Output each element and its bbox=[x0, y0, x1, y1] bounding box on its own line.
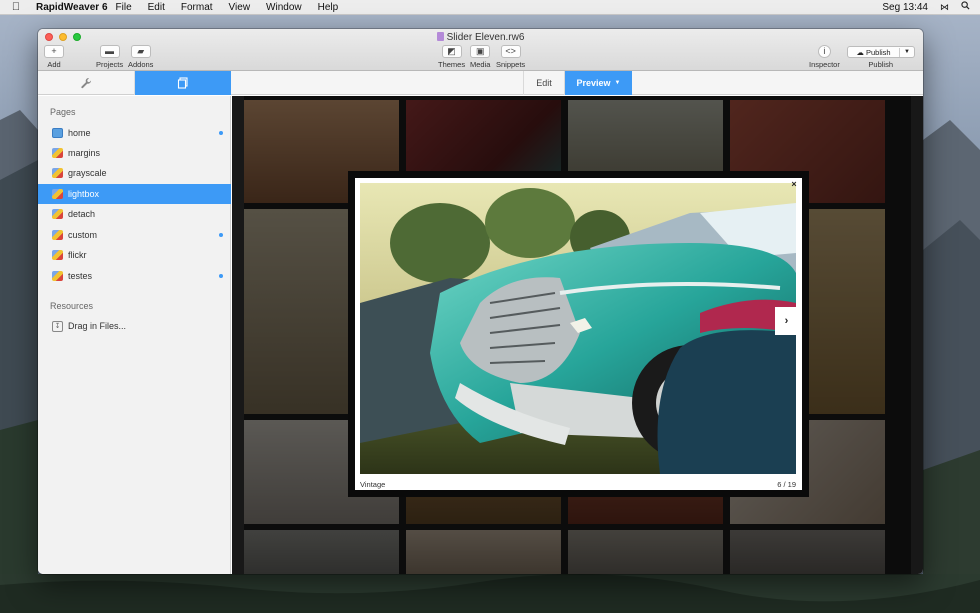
publish-button-group: ☁ Publish ▼ bbox=[847, 46, 915, 58]
snippets-button[interactable]: <> Snippets bbox=[496, 45, 525, 69]
add-label: Add bbox=[47, 60, 61, 69]
clock[interactable]: Seg 13:44 bbox=[882, 2, 928, 13]
menu-format[interactable]: Format bbox=[173, 2, 221, 13]
page-icon bbox=[52, 148, 63, 158]
unpublished-dot bbox=[219, 233, 223, 237]
snippets-icon: <> bbox=[500, 45, 521, 58]
sidebar-item-flickr[interactable]: flickr bbox=[38, 245, 231, 265]
publish-caption: Publish bbox=[868, 60, 893, 69]
sidebar-item-label: lightbox bbox=[68, 189, 100, 199]
lightbox-caption: Vintage bbox=[360, 480, 386, 489]
menu-bar:  RapidWeaver 6 File Edit Format View Wi… bbox=[0, 0, 980, 15]
title-bar: Slider Eleven.rw6 + Add ▬ Projects ▰ Add… bbox=[38, 29, 923, 71]
document-title: Slider Eleven.rw6 bbox=[38, 32, 923, 43]
page-icon bbox=[52, 250, 63, 260]
sidebar-item-lightbox[interactable]: lightbox bbox=[38, 184, 231, 204]
page-icon bbox=[52, 189, 63, 199]
lightbox-close-button[interactable]: × bbox=[789, 179, 799, 189]
publish-button-label: Publish bbox=[865, 47, 891, 57]
sidebar-item-label: custom bbox=[68, 230, 98, 240]
addons-label: Addons bbox=[128, 60, 154, 69]
settings-tab[interactable] bbox=[38, 71, 135, 95]
projects-icon: ▬ bbox=[99, 45, 120, 58]
sidebar-item-label: testes bbox=[68, 271, 93, 281]
media-button[interactable]: ▣ Media bbox=[470, 45, 490, 69]
menu-help[interactable]: Help bbox=[310, 2, 347, 13]
resources-header: Resources bbox=[50, 301, 94, 311]
publish-button[interactable]: ☁ Publish bbox=[848, 47, 900, 57]
themes-label: Themes bbox=[438, 60, 466, 69]
sidebar-item-home[interactable]: home bbox=[38, 123, 231, 143]
document-icon bbox=[436, 32, 444, 41]
media-label: Media bbox=[470, 60, 491, 69]
info-icon: i bbox=[817, 45, 831, 58]
menu-app-name[interactable]: RapidWeaver 6 bbox=[24, 2, 108, 13]
resources-drop-target[interactable]: ↧ Drag in Files... bbox=[38, 316, 231, 336]
chevron-down-icon: ▼ bbox=[614, 80, 621, 86]
inspector-button[interactable]: i Inspector bbox=[809, 45, 840, 69]
page-icon bbox=[52, 209, 63, 219]
sidebar-item-label: grayscale bbox=[68, 168, 107, 178]
spotlight-search-icon[interactable] bbox=[961, 1, 970, 13]
lightbox-image[interactable] bbox=[360, 183, 796, 474]
page-icon bbox=[52, 230, 63, 240]
edit-mode-button[interactable]: Edit bbox=[523, 71, 565, 95]
media-icon: ▣ bbox=[470, 45, 491, 58]
lightbox-counter: 6 / 19 bbox=[777, 480, 796, 489]
themes-icon: ◩ bbox=[441, 45, 462, 58]
pages-header: Pages bbox=[50, 107, 76, 117]
home-page-icon bbox=[52, 128, 63, 138]
menu-window[interactable]: Window bbox=[258, 2, 310, 13]
themes-button[interactable]: ◩ Themes bbox=[438, 45, 465, 69]
sidebar-item-detach[interactable]: detach bbox=[38, 204, 231, 224]
inspector-label: Inspector bbox=[809, 60, 840, 69]
drag-in-files-icon: ↧ bbox=[52, 320, 63, 332]
menu-view[interactable]: View bbox=[221, 2, 259, 13]
projects-button[interactable]: ▬ Projects bbox=[96, 45, 123, 69]
wrench-icon bbox=[81, 78, 92, 89]
bluetooth-icon[interactable]: ⋈ bbox=[940, 2, 949, 13]
addons-button[interactable]: ▰ Addons bbox=[128, 45, 153, 69]
preview-mode-button[interactable]: Preview ▼ bbox=[565, 71, 632, 95]
lightbox: › Vintage 6 / 19 × bbox=[348, 171, 809, 497]
menu-edit[interactable]: Edit bbox=[140, 2, 173, 13]
page-icon bbox=[52, 168, 63, 178]
lightbox-next-button[interactable]: › bbox=[775, 307, 798, 335]
mode-bar: Edit Preview ▼ bbox=[38, 71, 923, 95]
add-button[interactable]: + Add bbox=[44, 45, 64, 69]
unpublished-dot bbox=[219, 274, 223, 278]
vintage-car-photo bbox=[360, 183, 796, 474]
menu-file[interactable]: File bbox=[108, 2, 140, 13]
pages-icon bbox=[177, 77, 188, 89]
sidebar-item-label: detach bbox=[68, 209, 96, 219]
page-icon bbox=[52, 271, 63, 281]
lightbox-frame: › Vintage 6 / 19 × bbox=[355, 178, 802, 490]
sidebar-item-custom[interactable]: custom bbox=[38, 225, 231, 245]
projects-label: Projects bbox=[96, 60, 124, 69]
sidebar: Pages home margins grayscale lightbox de… bbox=[38, 96, 231, 574]
resources-item-label: Drag in Files... bbox=[68, 321, 127, 331]
sidebar-item-testes[interactable]: testes bbox=[38, 266, 231, 286]
sidebar-item-label: flickr bbox=[68, 250, 87, 260]
snippets-label: Snippets bbox=[496, 60, 526, 69]
sidebar-item-grayscale[interactable]: grayscale bbox=[38, 163, 231, 183]
pages-tab[interactable] bbox=[135, 71, 231, 95]
unpublished-dot bbox=[219, 131, 223, 135]
sidebar-item-label: margins bbox=[68, 148, 101, 158]
preview-mode-label: Preview bbox=[576, 78, 611, 88]
cloud-icon: ☁ bbox=[856, 47, 864, 57]
sidebar-item-label: home bbox=[68, 128, 91, 138]
publish-dropdown-chevron-icon[interactable]: ▼ bbox=[900, 49, 914, 55]
sidebar-item-margins[interactable]: margins bbox=[38, 143, 231, 163]
document-title-text: Slider Eleven.rw6 bbox=[446, 32, 525, 43]
plus-icon: + bbox=[44, 45, 64, 58]
addons-icon: ▰ bbox=[130, 45, 151, 58]
apple-menu-icon[interactable]:  bbox=[0, 1, 24, 13]
